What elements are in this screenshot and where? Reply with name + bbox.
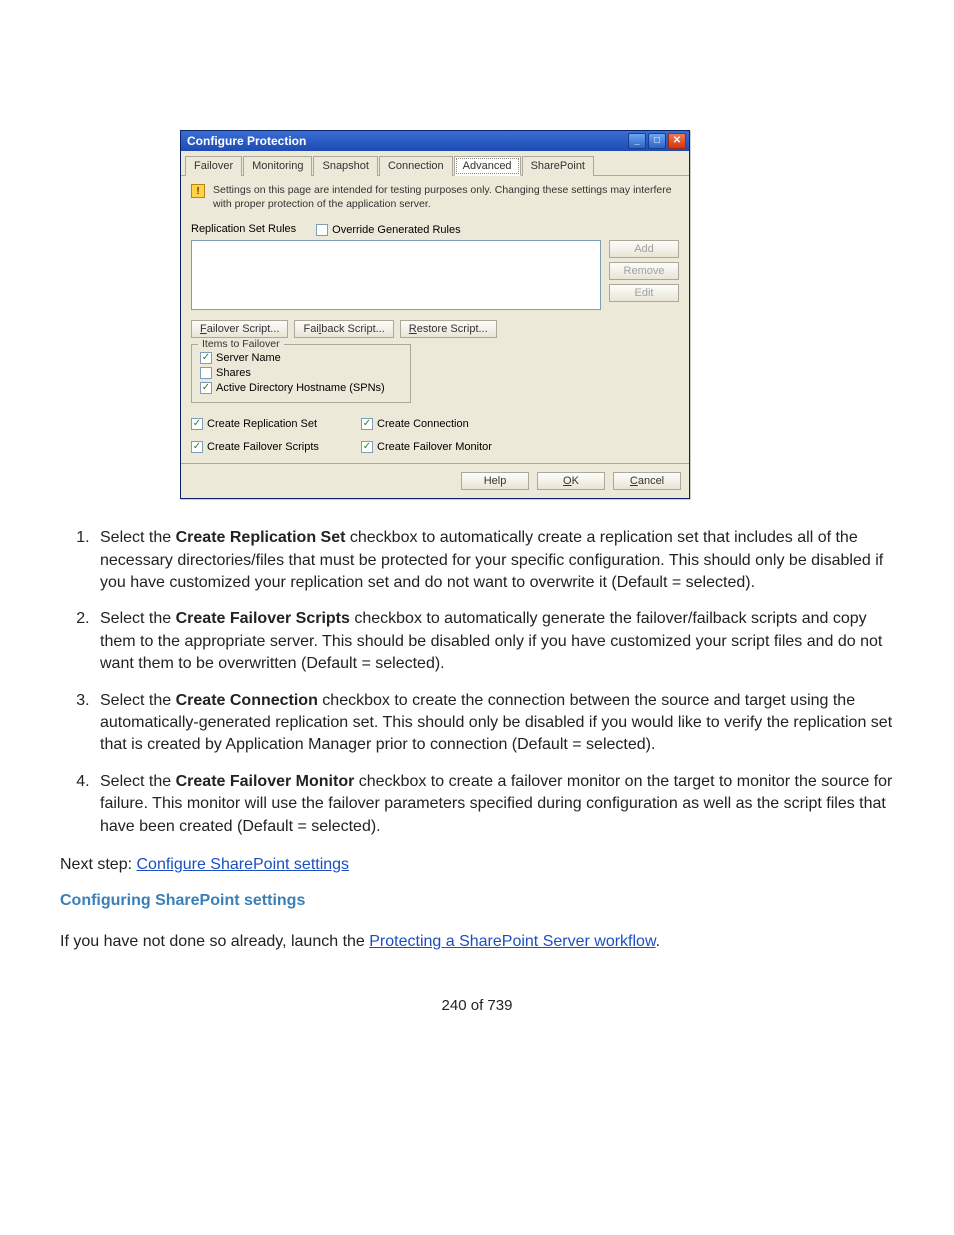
create-repset-checkbox[interactable]: ✓ [191, 418, 203, 430]
create-repset-label: Create Replication Set [207, 418, 317, 430]
replication-rules-label: Replication Set Rules [191, 223, 296, 235]
create-options: ✓ Create Replication Set ✓ Create Connecti… [191, 415, 679, 453]
create-failover-scripts-checkbox[interactable]: ✓ [191, 441, 203, 453]
window-controls: _ □ ✕ [628, 133, 686, 149]
create-failover-monitor-checkbox[interactable]: ✓ [361, 441, 373, 453]
create-connection-checkbox[interactable]: ✓ [361, 418, 373, 430]
configure-protection-window: Configure Protection _ □ ✕ Failover Moni… [180, 130, 690, 499]
minimize-button[interactable]: _ [628, 133, 646, 149]
maximize-button[interactable]: □ [648, 133, 666, 149]
tab-failover[interactable]: Failover [185, 156, 242, 176]
item-pre: Select the [100, 529, 176, 546]
edit-button[interactable]: Edit [609, 284, 679, 302]
create-failover-scripts-label: Create Failover Scripts [207, 441, 319, 453]
rules-area: Add Remove Edit [191, 240, 679, 310]
next-prefix: Next step: [60, 856, 136, 873]
advanced-pane: ! Settings on this page are intended for… [181, 176, 689, 463]
list-item: Select the Create Connection checkbox to… [94, 690, 894, 757]
workflow-link[interactable]: Protecting a SharePoint Server workflow [369, 933, 655, 950]
add-button[interactable]: Add [609, 240, 679, 258]
rules-row: Replication Set Rules Override Generated… [191, 221, 679, 236]
tab-snapshot[interactable]: Snapshot [313, 156, 377, 176]
list-item: Select the Create Failover Monitor check… [94, 771, 894, 838]
minimize-icon: _ [634, 136, 640, 146]
adh-label: Active Directory Hostname (SPNs) [216, 382, 385, 394]
remove-button[interactable]: Remove [609, 262, 679, 280]
para-prefix: If you have not done so already, launch … [60, 933, 369, 950]
create-failover-monitor-label: Create Failover Monitor [377, 441, 492, 453]
close-button[interactable]: ✕ [668, 133, 686, 149]
warning-row: ! Settings on this page are intended for… [191, 184, 679, 211]
restore-script-button[interactable]: Restore Script... [400, 320, 497, 338]
override-checkbox[interactable] [316, 224, 328, 236]
server-name-checkbox[interactable]: ✓ [200, 352, 212, 364]
rules-side-buttons: Add Remove Edit [609, 240, 679, 310]
shares-label: Shares [216, 367, 251, 379]
adh-checkbox[interactable]: ✓ [200, 382, 212, 394]
failover-script-button[interactable]: Failover Script... [191, 320, 288, 338]
rules-listbox[interactable] [191, 240, 601, 310]
dialog-footer: Help OK Cancel [181, 463, 689, 498]
items-to-failover-group: Items to Failover ✓Server Name Shares ✓A… [191, 344, 411, 403]
create-connection-label: Create Connection [377, 418, 469, 430]
window-title: Configure Protection [187, 134, 306, 148]
item-bold: Create Replication Set [176, 529, 346, 546]
item-bold: Create Failover Scripts [176, 610, 350, 627]
document-body: Select the Create Replication Set checkb… [60, 527, 894, 1016]
override-label: Override Generated Rules [332, 224, 460, 236]
server-name-label: Server Name [216, 352, 281, 364]
script-buttons-row: Failover Script... Failback Script... Re… [191, 320, 679, 338]
tab-advanced[interactable]: Advanced [454, 156, 521, 176]
item-bold: Create Connection [176, 692, 318, 709]
list-item: Select the Create Failover Scripts check… [94, 608, 894, 675]
tab-monitoring[interactable]: Monitoring [243, 156, 312, 176]
paragraph: If you have not done so already, launch … [60, 931, 894, 953]
warning-icon: ! [191, 184, 205, 198]
item-pre: Select the [100, 610, 176, 627]
page-number: 240 of 739 [60, 995, 894, 1016]
list-item: Select the Create Replication Set checkb… [94, 527, 894, 594]
help-button[interactable]: Help [461, 472, 529, 490]
item-pre: Select the [100, 692, 176, 709]
ok-button[interactable]: OK [537, 472, 605, 490]
item-bold: Create Failover Monitor [176, 773, 355, 790]
next-step-line: Next step: Configure SharePoint settings [60, 854, 894, 876]
titlebar[interactable]: Configure Protection _ □ ✕ [181, 131, 689, 151]
failback-script-button[interactable]: Failback Script... [294, 320, 393, 338]
section-heading: Configuring SharePoint settings [60, 890, 894, 912]
tab-connection[interactable]: Connection [379, 156, 453, 176]
next-step-link[interactable]: Configure SharePoint settings [136, 856, 349, 873]
instruction-list: Select the Create Replication Set checkb… [60, 527, 894, 838]
shares-checkbox[interactable] [200, 367, 212, 379]
para-suffix: . [656, 933, 660, 950]
item-pre: Select the [100, 773, 176, 790]
close-icon: ✕ [673, 136, 681, 146]
tab-bar: Failover Monitoring Snapshot Connection … [181, 151, 689, 176]
maximize-icon: □ [654, 136, 660, 146]
warning-text: Settings on this page are intended for t… [213, 184, 679, 211]
cancel-button[interactable]: Cancel [613, 472, 681, 490]
items-legend: Items to Failover [198, 338, 284, 350]
tab-sharepoint[interactable]: SharePoint [522, 156, 594, 176]
